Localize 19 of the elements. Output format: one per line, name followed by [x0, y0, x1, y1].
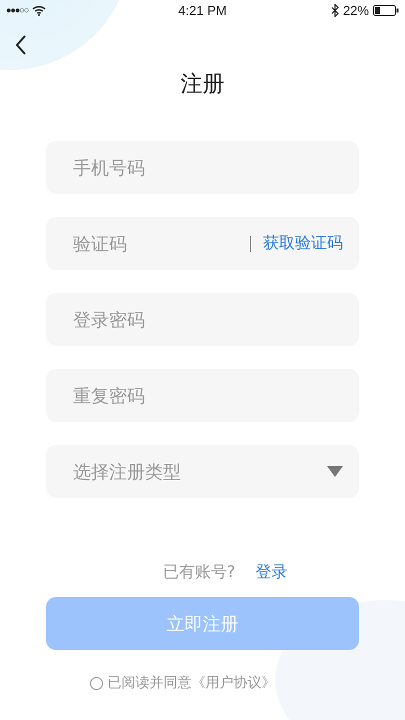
page-title: 注册 — [180, 71, 226, 99]
get-code-link[interactable]: 获取验证码 — [263, 233, 343, 254]
wifi-icon — [32, 4, 46, 16]
input-field[interactable]: 重复密码 — [46, 369, 359, 422]
battery-icon — [372, 4, 399, 16]
signal-strength: ●●●○○ — [6, 5, 28, 15]
select-field[interactable]: 选择注册类型 — [46, 445, 359, 498]
dropdown-arrow-icon — [327, 466, 343, 477]
back-icon[interactable] — [15, 35, 27, 55]
input-field[interactable]: 手机号码 — [46, 141, 359, 194]
battery-percent: 22% — [342, 2, 369, 18]
bluetooth-icon — [330, 4, 339, 16]
agreement-checkbox[interactable] — [90, 676, 102, 690]
status-time: 4:21 PM — [178, 2, 227, 18]
agreement-text: 已阅读并同意《用户协议》 — [108, 674, 276, 692]
input-field[interactable]: 登录密码 — [46, 293, 359, 346]
input-field[interactable]: 验证码 获取验证码 — [46, 217, 359, 270]
login-prompt: 已有账号? — [162, 562, 236, 582]
login-link[interactable]: 登录 — [255, 562, 288, 582]
